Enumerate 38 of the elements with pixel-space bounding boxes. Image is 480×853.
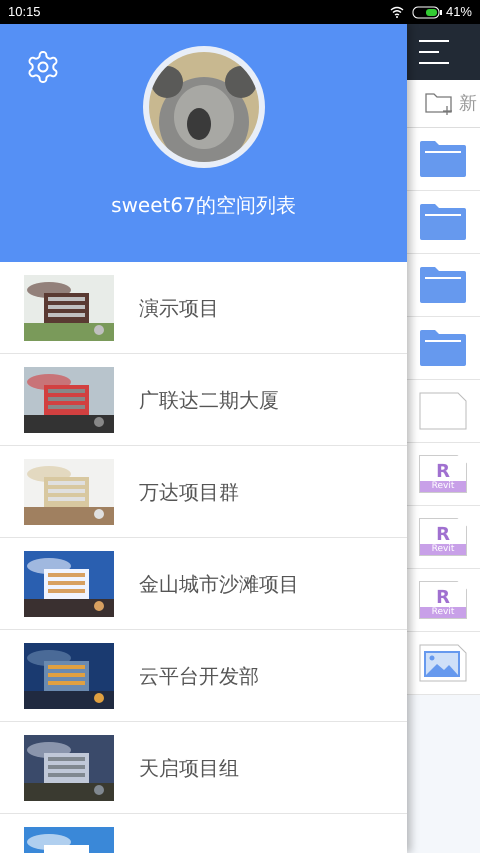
folder-icon[interactable] xyxy=(419,140,467,178)
project-item[interactable]: 金山城市沙滩项目 xyxy=(0,538,407,630)
file-item[interactable]: R Revit xyxy=(407,443,480,506)
clock: 10:15 xyxy=(8,3,41,22)
file-item[interactable] xyxy=(407,380,480,443)
project-item[interactable]: 演示项目 xyxy=(0,262,407,354)
project-name: 万达项目群 xyxy=(139,478,239,506)
project-item[interactable]: 天启项目组 xyxy=(0,722,407,814)
project-name: 广联达二期大厦 xyxy=(139,386,279,414)
file-item[interactable] xyxy=(407,191,480,254)
project-name: 金山城市沙滩项目 xyxy=(139,570,299,598)
new-folder-icon xyxy=(425,92,453,116)
revit-file-icon[interactable]: R Revit xyxy=(419,455,467,493)
folder-icon[interactable] xyxy=(419,203,467,241)
project-item[interactable]: 万达项目群 xyxy=(0,446,407,538)
folder-icon[interactable] xyxy=(419,266,467,304)
new-folder-button[interactable]: 新 xyxy=(407,80,480,128)
project-item[interactable]: 云平台开发部 xyxy=(0,630,407,722)
file-item[interactable] xyxy=(407,254,480,317)
project-name: 云平台开发部 xyxy=(139,662,259,690)
project-item[interactable]: 广联达二期大厦 xyxy=(0,354,407,446)
document-icon[interactable] xyxy=(419,392,467,430)
file-item[interactable]: R Revit xyxy=(407,569,480,632)
file-item[interactable] xyxy=(407,128,480,191)
folder-icon[interactable] xyxy=(419,329,467,367)
project-name: 天启项目组 xyxy=(139,754,239,782)
file-item[interactable] xyxy=(407,632,480,695)
image-file-icon[interactable] xyxy=(419,644,467,682)
battery-icon xyxy=(412,6,442,18)
battery-level: 41% xyxy=(446,3,472,22)
revit-file-icon[interactable]: R Revit xyxy=(419,581,467,619)
file-item[interactable] xyxy=(407,317,480,380)
revit-file-icon[interactable]: R Revit xyxy=(419,518,467,556)
file-item[interactable]: R Revit xyxy=(407,506,480,569)
space-list-title: sweet67的空间列表 xyxy=(111,192,296,219)
wifi-icon xyxy=(390,6,404,18)
menu-icon[interactable] xyxy=(419,37,449,67)
project-name: 演示项目 xyxy=(139,294,219,322)
